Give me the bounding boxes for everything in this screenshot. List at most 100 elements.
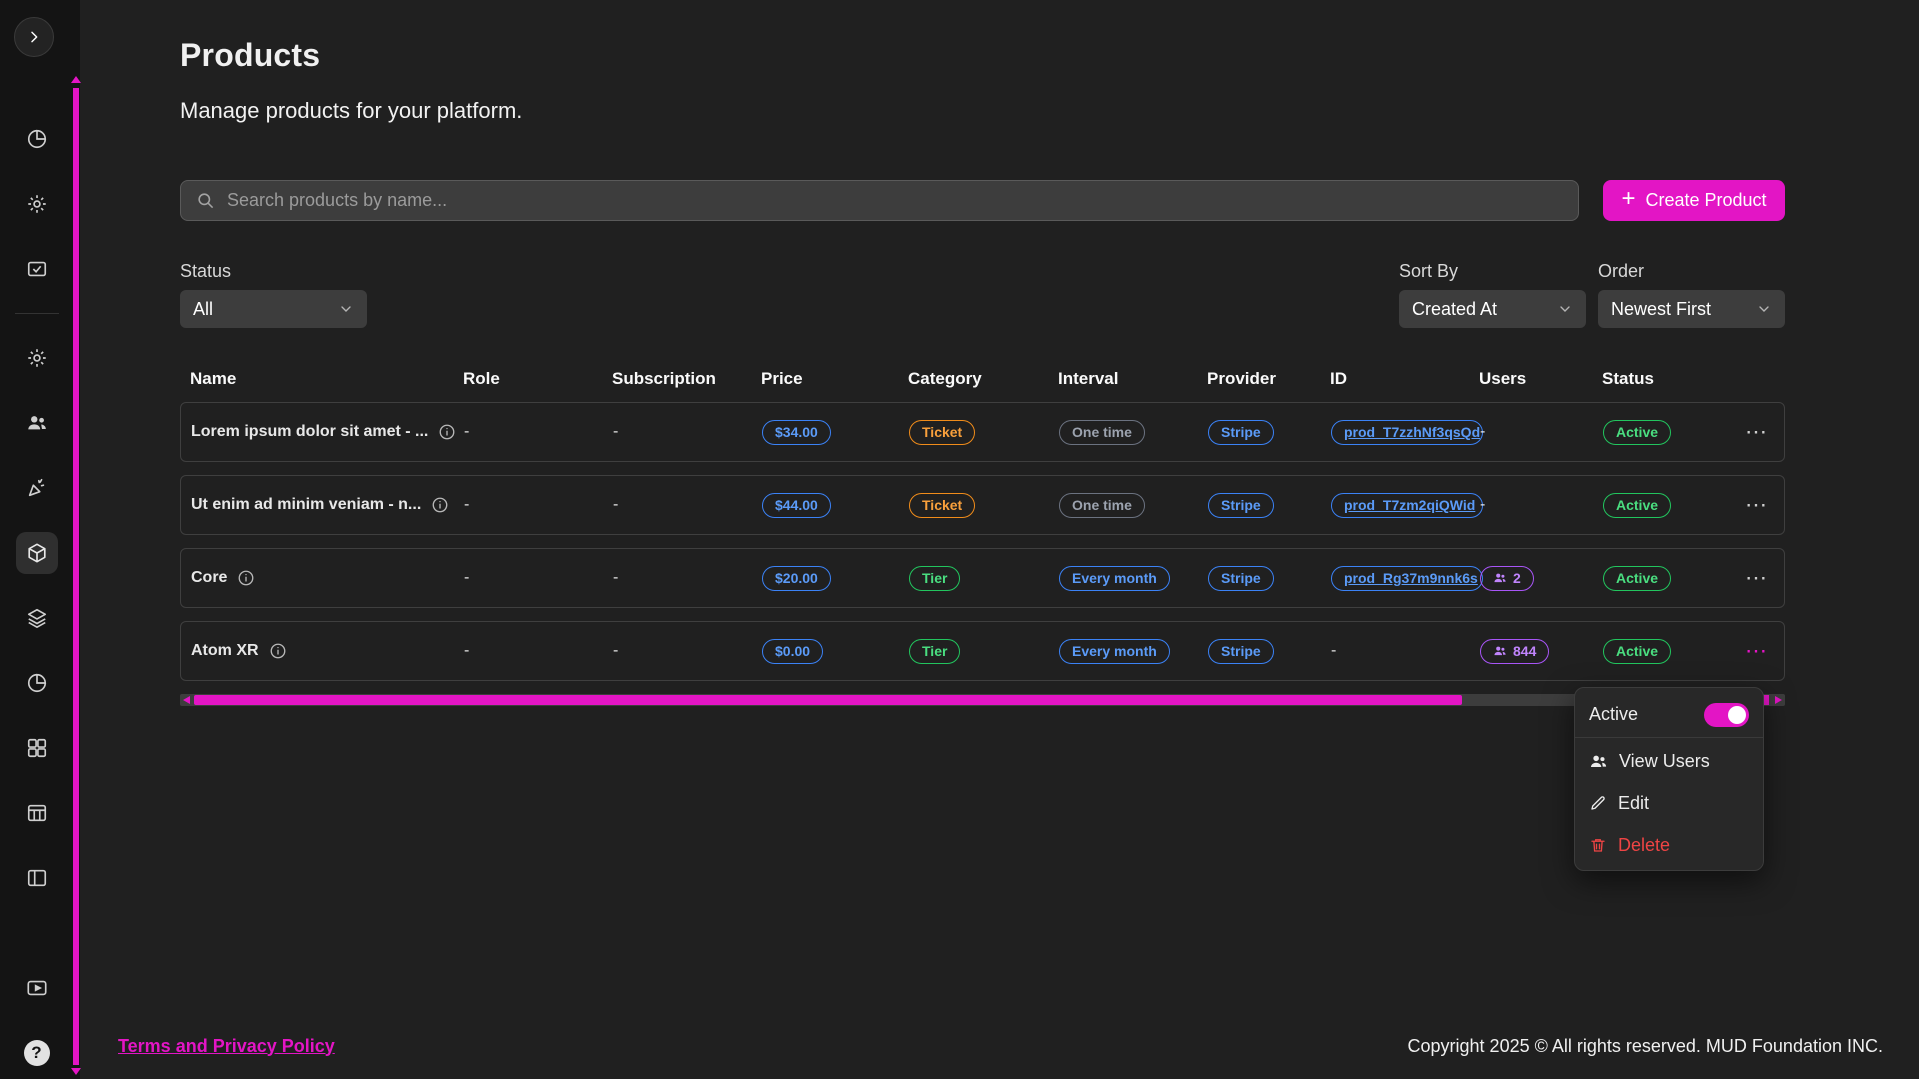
interval-badge: Every month bbox=[1059, 566, 1170, 591]
subscription-cell: - bbox=[613, 496, 762, 514]
product-id-badge[interactable]: prod_T7zm2qiQWid bbox=[1331, 493, 1483, 518]
chevron-down-icon bbox=[338, 301, 354, 317]
col-header-category: Category bbox=[908, 369, 1058, 389]
interval-badge: Every month bbox=[1059, 639, 1170, 664]
horizontal-scrollbar[interactable] bbox=[180, 694, 1785, 706]
sidebar-item-calendar[interactable] bbox=[16, 792, 58, 834]
order-group: Order Newest First bbox=[1598, 261, 1785, 328]
search-input[interactable] bbox=[227, 190, 1563, 211]
sort-by-group: Sort By Created At bbox=[1399, 261, 1586, 328]
product-name: Atom XR bbox=[191, 642, 259, 660]
sidebar: ? bbox=[0, 0, 80, 1079]
help-icon: ? bbox=[24, 1040, 50, 1066]
sidebar-item-config[interactable] bbox=[16, 337, 58, 379]
table-row: Core - - $20.00 Tier Every month Stripe … bbox=[180, 548, 1785, 608]
table-row: Lorem ipsum dolor sit amet - ... - - $34… bbox=[180, 402, 1785, 462]
product-name: Lorem ipsum dolor sit amet - ... bbox=[191, 423, 428, 441]
sort-by-value: Created At bbox=[1412, 299, 1497, 320]
menu-item-active[interactable]: Active bbox=[1575, 692, 1763, 738]
pencil-icon bbox=[1589, 794, 1607, 812]
users-icon bbox=[26, 412, 48, 434]
col-header-subscription: Subscription bbox=[612, 369, 761, 389]
help-glyph: ? bbox=[31, 1043, 41, 1063]
page-title: Products bbox=[180, 37, 1785, 74]
interval-badge: One time bbox=[1059, 420, 1145, 445]
sidebar-nav: ? bbox=[0, 118, 73, 1074]
order-label: Order bbox=[1598, 261, 1785, 282]
info-icon[interactable] bbox=[269, 642, 287, 660]
scroll-left-arrow[interactable] bbox=[183, 696, 190, 704]
order-dropdown[interactable]: Newest First bbox=[1598, 290, 1785, 328]
col-header-price: Price bbox=[761, 369, 908, 389]
row-actions-button[interactable]: ⋯ bbox=[1745, 638, 1768, 663]
subscription-cell: - bbox=[613, 569, 762, 587]
menu-item-view-users[interactable]: View Users bbox=[1575, 740, 1763, 782]
status-badge: Active bbox=[1603, 420, 1671, 445]
users-count: 844 bbox=[1513, 643, 1536, 659]
col-header-interval: Interval bbox=[1058, 369, 1207, 389]
product-name: Core bbox=[191, 569, 227, 587]
sort-by-dropdown[interactable]: Created At bbox=[1399, 290, 1586, 328]
status-filter-group: Status All bbox=[180, 261, 367, 328]
row-actions-button[interactable]: ⋯ bbox=[1745, 419, 1768, 444]
sidebar-expand-button[interactable] bbox=[14, 17, 54, 57]
product-id-badge[interactable]: prod_T7zzhNf3qsQd bbox=[1331, 420, 1483, 445]
status-filter-dropdown[interactable]: All bbox=[180, 290, 367, 328]
sidebar-item-mail[interactable] bbox=[16, 248, 58, 290]
col-header-status: Status bbox=[1602, 369, 1734, 389]
row-actions-button[interactable]: ⋯ bbox=[1745, 492, 1768, 517]
provider-badge: Stripe bbox=[1208, 639, 1274, 664]
terms-privacy-link[interactable]: Terms and Privacy Policy bbox=[118, 1036, 335, 1057]
status-filter-value: All bbox=[193, 299, 213, 320]
sidebar-item-apps[interactable] bbox=[16, 727, 58, 769]
plus-icon: + bbox=[1621, 187, 1635, 211]
page-subtitle: Manage products for your platform. bbox=[180, 98, 1785, 124]
vertical-scrollbar[interactable] bbox=[73, 88, 79, 1065]
main-area: Products Manage products for your platfo… bbox=[80, 0, 1919, 1079]
info-icon[interactable] bbox=[431, 496, 449, 514]
users-badge[interactable]: 844 bbox=[1480, 639, 1549, 664]
info-icon[interactable] bbox=[237, 569, 255, 587]
users-badge[interactable]: 2 bbox=[1480, 566, 1534, 591]
sidebar-item-users[interactable] bbox=[16, 402, 58, 444]
sidebar-item-reports[interactable] bbox=[16, 662, 58, 704]
sidebar-item-events[interactable] bbox=[16, 467, 58, 509]
table-icon bbox=[26, 802, 48, 824]
pie-chart-icon bbox=[26, 128, 48, 150]
party-popper-icon bbox=[26, 477, 48, 499]
toggle-knob bbox=[1728, 706, 1746, 724]
edit-label: Edit bbox=[1618, 793, 1649, 814]
sidebar-item-products[interactable] bbox=[16, 532, 58, 574]
row-context-menu: Active View Users Edit Delete bbox=[1574, 687, 1764, 871]
category-badge: Tier bbox=[909, 639, 960, 664]
product-id-badge[interactable]: prod_Rg37m9nnk6s bbox=[1331, 566, 1483, 591]
users-cell: - bbox=[1480, 423, 1603, 441]
scroll-right-arrow[interactable] bbox=[1775, 696, 1782, 704]
active-toggle[interactable] bbox=[1704, 703, 1749, 727]
provider-badge: Stripe bbox=[1208, 566, 1274, 591]
col-header-provider: Provider bbox=[1207, 369, 1330, 389]
category-badge: Ticket bbox=[909, 493, 975, 518]
menu-item-edit[interactable]: Edit bbox=[1575, 782, 1763, 824]
sidebar-item-media[interactable] bbox=[16, 967, 58, 1009]
create-product-button[interactable]: + Create Product bbox=[1603, 180, 1785, 221]
horizontal-scrollbar-thumb[interactable] bbox=[194, 695, 1462, 705]
sidebar-item-layout[interactable] bbox=[16, 857, 58, 899]
info-icon[interactable] bbox=[438, 423, 456, 441]
sidebar-item-packages[interactable] bbox=[16, 597, 58, 639]
scroll-up-arrow[interactable] bbox=[71, 76, 81, 83]
row-actions-button[interactable]: ⋯ bbox=[1745, 565, 1768, 590]
layout-panel-icon bbox=[26, 867, 48, 889]
sidebar-item-settings[interactable] bbox=[16, 183, 58, 225]
menu-item-delete[interactable]: Delete bbox=[1575, 824, 1763, 866]
provider-badge: Stripe bbox=[1208, 493, 1274, 518]
scroll-down-arrow[interactable] bbox=[71, 1068, 81, 1075]
status-badge: Active bbox=[1603, 493, 1671, 518]
sidebar-item-analytics[interactable] bbox=[16, 118, 58, 160]
users-cell: - bbox=[1480, 496, 1603, 514]
users-icon bbox=[1493, 644, 1507, 658]
sidebar-item-help[interactable]: ? bbox=[16, 1032, 58, 1074]
trash-icon bbox=[1589, 836, 1607, 854]
grid-icon bbox=[26, 737, 48, 759]
role-cell: - bbox=[464, 423, 613, 441]
